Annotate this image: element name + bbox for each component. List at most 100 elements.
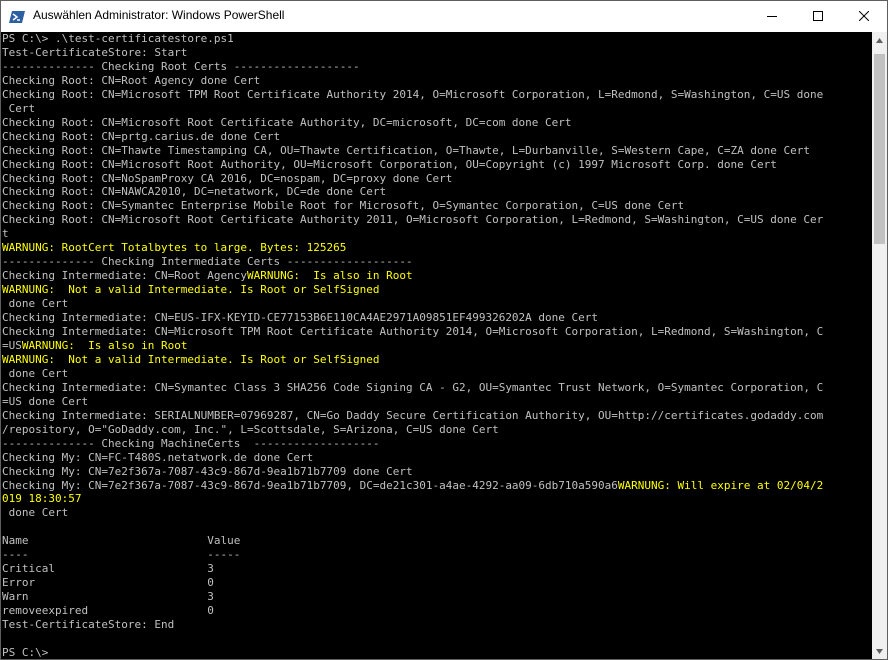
output-text: Checking Intermediate: CN=Microsoft TPM … (2, 325, 824, 339)
console-line: Checking Root: CN=Microsoft TPM Root Cer… (2, 88, 823, 101)
console-line: Checking Root: CN=Microsoft Root Authori… (2, 158, 777, 171)
output-text: -------------- Checking MachineCerts ---… (2, 436, 380, 450)
console-text: PS C:\> .\test-certificatestore.ps1 Test… (2, 32, 872, 659)
console-line: Warn 3 (2, 590, 214, 603)
output-text: Name Value (2, 534, 241, 548)
console-line: done Cert (2, 506, 69, 520)
warning-text: WARNUNG: Will expire at 02/04/2 (617, 478, 824, 492)
output-text: Test-CertificateStore: End (2, 618, 175, 632)
console-line: Test-CertificateStore: End (2, 618, 174, 631)
warning-text: WARNUNG: Is also in Root (247, 269, 413, 283)
output-text: done Cert (2, 506, 69, 520)
output-text: =US (2, 338, 22, 352)
console-line: Checking Root: CN=Microsoft Root Certifi… (2, 213, 823, 226)
output-text: Checking Intermediate: CN=EUS-IFX-KEYID-… (2, 311, 599, 325)
output-text: =US done Cert (2, 394, 89, 408)
output-text: /repository, O="GoDaddy.com, Inc.", L=Sc… (2, 422, 499, 436)
maximize-button[interactable] (795, 1, 841, 32)
output-text: PS C:\> .\test-certificatestore.ps1 (2, 32, 234, 45)
console-line: Checking Intermediate: CN=EUS-IFX-KEYID-… (2, 311, 598, 324)
output-text: Checking Root: CN=Microsoft TPM Root Cer… (2, 87, 824, 101)
scroll-down-button[interactable] (872, 643, 887, 659)
console-line: Checking Root: CN=Microsoft Root Certifi… (2, 116, 572, 129)
output-text: Checking Root: CN=NoSpamProxy CA 2016, D… (2, 171, 453, 185)
console-line: =US done Cert (2, 395, 88, 408)
output-text: PS C:\> (2, 645, 49, 659)
console-line: Test-CertificateStore: Start (2, 46, 187, 59)
window-title: Auswählen Administrator: Windows PowerSh… (33, 8, 285, 22)
warning-text: WARNUNG: Is also in Root (21, 338, 188, 352)
console-line: WARNUNG: Not a valid Intermediate. Is Ro… (2, 283, 380, 296)
output-text: Checking Root: CN=Thawte Timestamping CA… (2, 143, 810, 157)
vertical-scrollbar[interactable] (872, 32, 887, 659)
console-line: Checking My: CN=7e2f367a-7087-43c9-867d-… (2, 479, 823, 492)
close-icon (859, 11, 869, 21)
output-text: removeexpired 0 (2, 604, 214, 618)
console-line: -------------- Checking MachineCerts ---… (2, 437, 380, 450)
console-line: /repository, O="GoDaddy.com, Inc.", L=Sc… (2, 423, 499, 436)
scroll-thumb[interactable] (874, 54, 885, 244)
console-line: Checking My: CN=FC-T480S.netatwork.de do… (2, 451, 313, 464)
console-line: WARNUNG: RootCert Totalbytes to large. B… (2, 241, 346, 254)
console-line: =USWARNUNG: Is also in Root (2, 339, 187, 352)
console-line: -------------- Checking Root Certs -----… (2, 60, 360, 73)
output-text: -------------- Checking Root Certs -----… (2, 59, 360, 73)
minimize-button[interactable] (749, 1, 795, 32)
console-line: Checking Root: CN=Symantec Enterprise Mo… (2, 199, 684, 212)
console-output[interactable]: PS C:\> .\test-certificatestore.ps1 Test… (2, 32, 872, 659)
console-line: t (2, 227, 9, 240)
console-line: ---- ----- (2, 548, 240, 561)
output-text: Test-CertificateStore: Start (2, 45, 188, 59)
output-text: Cert (2, 101, 36, 115)
console-line: Checking Intermediate: CN=Root AgencyWAR… (2, 269, 413, 282)
console-line: Cert (2, 101, 36, 115)
output-text: Warn 3 (2, 590, 214, 604)
output-text: Checking My: CN=7e2f367a-7087-43c9-867d-… (2, 478, 618, 492)
console-line: Checking Root: CN=NAWCA2010, DC=netatwor… (2, 185, 386, 198)
minimize-icon (767, 16, 777, 17)
warning-text: WARNUNG: Not a valid Intermediate. Is Ro… (2, 352, 380, 366)
warning-text: WARNUNG: Not a valid Intermediate. Is Ro… (2, 283, 380, 297)
output-text: Checking Root: CN=Microsoft Root Certifi… (2, 213, 824, 227)
console-line: done Cert (2, 366, 69, 380)
close-button[interactable] (841, 1, 887, 32)
console-line: Checking Intermediate: CN=Microsoft TPM … (2, 325, 823, 338)
output-text: done Cert (2, 366, 69, 380)
output-text: Checking Root: CN=Symantec Enterprise Mo… (2, 199, 685, 213)
powershell-icon[interactable] (9, 9, 25, 25)
console-line: -------------- Checking Intermediate Cer… (2, 255, 413, 268)
console-line: Checking Intermediate: CN=Symantec Class… (2, 381, 823, 394)
console-line: Checking Intermediate: SERIALNUMBER=0796… (2, 409, 823, 422)
output-text: Checking Root: CN=Microsoft Root Authori… (2, 157, 777, 171)
arrow-up-icon (876, 38, 883, 43)
scroll-up-button[interactable] (872, 32, 887, 49)
powershell-window: Auswählen Administrator: Windows PowerSh… (0, 0, 888, 660)
console-line: Checking Root: CN=Thawte Timestamping CA… (2, 144, 810, 157)
output-text: Checking Intermediate: CN=Symantec Class… (2, 380, 824, 394)
output-text: Checking Root: CN=Root Agency done Cert (2, 73, 261, 87)
output-text: Checking Intermediate: SERIALNUMBER=0796… (2, 408, 824, 422)
output-text: Checking Root: CN=Microsoft Root Certifi… (2, 115, 572, 129)
console-line: done Cert (2, 297, 69, 311)
console-line: removeexpired 0 (2, 604, 214, 617)
console-line: Checking My: CN=7e2f367a-7087-43c9-867d-… (2, 465, 413, 478)
title-bar[interactable]: Auswählen Administrator: Windows PowerSh… (1, 1, 887, 32)
console-line: Critical 3 (2, 562, 214, 575)
output-text: ---- ----- (2, 548, 241, 562)
output-text: Checking Intermediate: CN=Root Agency (2, 269, 248, 283)
arrow-down-icon (876, 649, 883, 654)
output-text: -------------- Checking Intermediate Cer… (2, 255, 413, 269)
console-line: PS C:\> (2, 646, 48, 659)
console-line: PS C:\> .\test-certificatestore.ps1 (2, 32, 234, 45)
output-text: Checking Root: CN=NAWCA2010, DC=netatwor… (2, 185, 387, 199)
warning-text: WARNUNG: RootCert Totalbytes to large. B… (2, 241, 347, 255)
console-line: Error 0 (2, 576, 214, 589)
output-text: Checking My: CN=FC-T480S.netatwork.de do… (2, 450, 314, 464)
console-line: Name Value (2, 534, 240, 547)
console-line: Checking Root: CN=prtg.carius.de done Ce… (2, 130, 280, 143)
output-text: Checking My: CN=7e2f367a-7087-43c9-867d-… (2, 464, 413, 478)
maximize-icon (813, 11, 823, 21)
output-text: Error 0 (2, 576, 214, 590)
output-text: done Cert (2, 297, 69, 311)
console-line: 019 18:30:57 (2, 492, 81, 505)
